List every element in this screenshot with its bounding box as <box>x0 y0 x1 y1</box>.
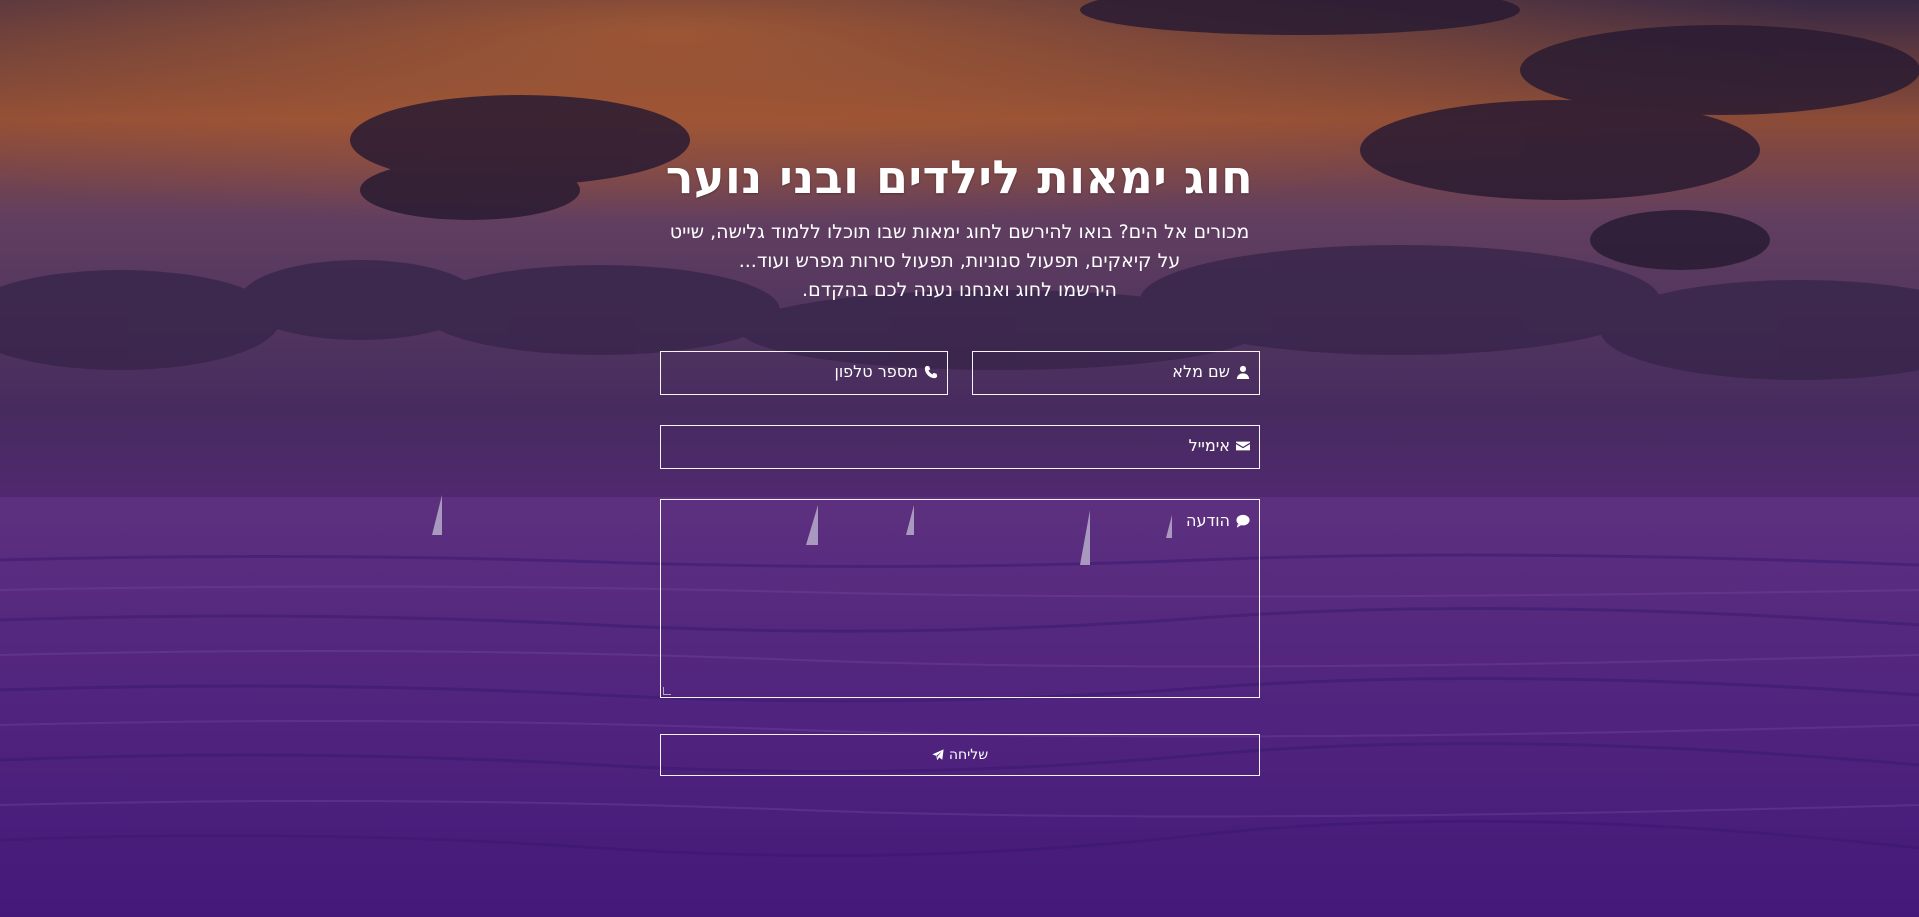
phone-label-text: מספר טלפון <box>834 362 918 381</box>
submit-label: שליחה <box>948 747 989 763</box>
intro-line-2: על קיאקים, תפעול סנוניות, תפעול סירות מפ… <box>738 250 1181 272</box>
phone-icon <box>924 365 938 379</box>
full-name-field[interactable]: שם מלא <box>972 351 1260 395</box>
message-label: הודעה <box>1186 511 1250 531</box>
envelope-icon <box>1236 439 1250 453</box>
phone-label: מספר טלפון <box>834 362 938 382</box>
comment-icon <box>1236 514 1250 528</box>
email-field[interactable]: אימייל <box>660 425 1260 469</box>
message-label-text: הודעה <box>1185 511 1230 530</box>
intro-line-3: הירשמו לחוג ואנחנו נענה לכם בהקדם. <box>802 279 1117 301</box>
phone-field[interactable]: מספר טלפון <box>660 351 948 395</box>
email-label: אימייל <box>1189 436 1250 456</box>
resize-handle[interactable] <box>663 687 671 695</box>
submit-button[interactable]: שליחה <box>660 734 1260 776</box>
hero-section: חוג ימאות לילדים ובני נוער מכורים אל הים… <box>659 150 1260 305</box>
full-name-label: שם מלא <box>1172 362 1250 382</box>
intro-line-1: מכורים אל הים? בואו להירשם לחוג ימאות שב… <box>669 221 1250 243</box>
message-field[interactable]: הודעה <box>660 499 1260 698</box>
user-icon <box>1236 365 1250 379</box>
full-name-label-text: שם מלא <box>1172 362 1230 381</box>
email-label-text: אימייל <box>1188 436 1230 455</box>
paper-plane-icon <box>932 749 944 761</box>
page-title: חוג ימאות לילדים ובני נוער <box>665 150 1254 204</box>
intro-text: מכורים אל הים? בואו להירשם לחוג ימאות שב… <box>659 218 1260 305</box>
